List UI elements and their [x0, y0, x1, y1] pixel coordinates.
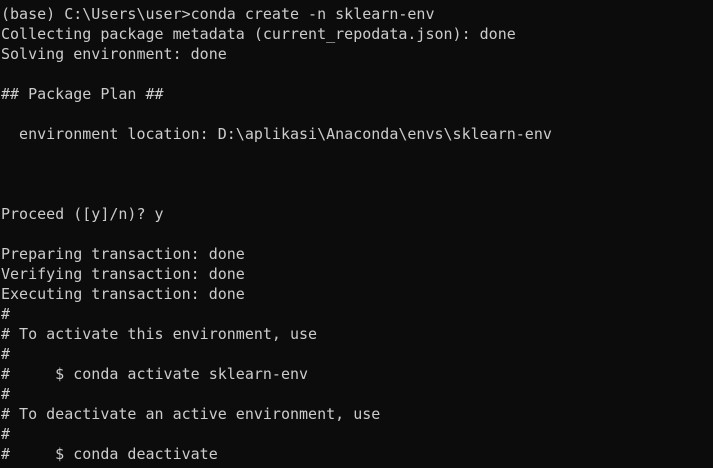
output-line: # [1, 345, 11, 363]
output-line: Executing transaction: done [1, 285, 245, 303]
output-line: # $ conda deactivate [1, 445, 218, 463]
output-line: # To deactivate an active environment, u… [1, 405, 381, 423]
output-line: # [1, 425, 11, 443]
prompt-command-line: (base) C:\Users\user>conda create -n skl… [1, 5, 435, 23]
terminal-output[interactable]: (base) C:\Users\user>conda create -n skl… [1, 4, 713, 468]
output-line: Preparing transaction: done [1, 245, 245, 263]
output-line: Solving environment: done [1, 45, 227, 63]
output-line: # [1, 385, 11, 403]
output-line: Collecting package metadata (current_rep… [1, 25, 516, 43]
output-line: environment location: D:\aplikasi\Anacon… [1, 125, 552, 143]
proceed-prompt-line: Proceed ([y]/n)? y [1, 205, 164, 223]
output-line: Verifying transaction: done [1, 265, 245, 283]
output-line: ## Package Plan ## [1, 85, 164, 103]
output-line: # $ conda activate sklearn-env [1, 365, 309, 383]
output-line: # [1, 305, 11, 323]
output-line: # To activate this environment, use [1, 325, 318, 343]
